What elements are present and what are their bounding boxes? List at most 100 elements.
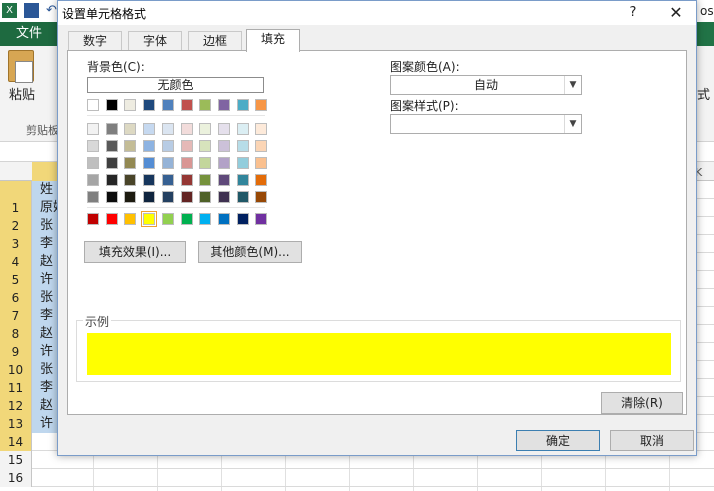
cell-a[interactable]: 张 xyxy=(32,361,58,379)
theme-shade-swatch[interactable] xyxy=(143,140,155,152)
row-number[interactable]: 11 xyxy=(0,379,32,397)
cell-a[interactable]: 赵 xyxy=(32,325,58,343)
row-number[interactable]: 5 xyxy=(0,271,32,289)
row-number[interactable]: 14 xyxy=(0,433,32,451)
theme-shade-swatch[interactable] xyxy=(124,123,136,135)
theme-top-swatch[interactable] xyxy=(106,99,118,111)
standard-swatch[interactable] xyxy=(141,211,157,227)
row-number[interactable]: 6 xyxy=(0,289,32,307)
cell-a[interactable]: 原始 xyxy=(32,199,58,217)
standard-swatch[interactable] xyxy=(181,213,193,225)
theme-shade-swatch[interactable] xyxy=(106,191,118,203)
theme-shade-swatch[interactable] xyxy=(124,174,136,186)
row-number[interactable]: 10 xyxy=(0,361,32,379)
standard-swatch[interactable] xyxy=(162,213,174,225)
theme-top-swatch[interactable] xyxy=(218,99,230,111)
cell-a[interactable]: 张 xyxy=(32,217,58,235)
theme-shade-swatch[interactable] xyxy=(255,123,267,135)
cell-a[interactable]: 李 xyxy=(32,307,58,325)
column-header-a[interactable] xyxy=(32,162,58,181)
theme-shade-swatch[interactable] xyxy=(218,157,230,169)
row-number[interactable]: 9 xyxy=(0,343,32,361)
theme-top-swatch[interactable] xyxy=(237,99,249,111)
theme-shade-swatch[interactable] xyxy=(255,191,267,203)
theme-shade-swatch[interactable] xyxy=(199,123,211,135)
row-number[interactable]: 8 xyxy=(0,325,32,343)
standard-swatch[interactable] xyxy=(218,213,230,225)
theme-shade-swatch[interactable] xyxy=(237,157,249,169)
theme-shade-swatch[interactable] xyxy=(143,123,155,135)
tab-font[interactable]: 字体 xyxy=(128,31,183,51)
theme-shade-swatch[interactable] xyxy=(106,157,118,169)
theme-shade-swatch[interactable] xyxy=(87,123,99,135)
save-icon[interactable] xyxy=(24,3,39,18)
pattern-color-select[interactable]: 自动 ▼ xyxy=(390,75,582,95)
theme-shade-swatch[interactable] xyxy=(124,140,136,152)
theme-shade-swatch[interactable] xyxy=(124,157,136,169)
theme-shade-swatch[interactable] xyxy=(218,140,230,152)
theme-shade-swatch[interactable] xyxy=(181,191,193,203)
theme-shade-swatch[interactable] xyxy=(181,157,193,169)
theme-shade-swatch[interactable] xyxy=(199,140,211,152)
theme-top-swatch[interactable] xyxy=(181,99,193,111)
ok-button[interactable]: 确定 xyxy=(516,430,600,451)
theme-shade-swatch[interactable] xyxy=(87,191,99,203)
theme-shade-swatch[interactable] xyxy=(181,174,193,186)
theme-shade-swatch[interactable] xyxy=(106,140,118,152)
paste-icon[interactable] xyxy=(8,50,34,83)
theme-shade-swatch[interactable] xyxy=(181,123,193,135)
theme-shade-swatch[interactable] xyxy=(199,174,211,186)
theme-shade-swatch[interactable] xyxy=(181,140,193,152)
tab-fill[interactable]: 填充 xyxy=(246,29,301,52)
cell-a[interactable]: 许 xyxy=(32,271,58,289)
theme-shade-swatch[interactable] xyxy=(237,140,249,152)
tab-number[interactable]: 数字 xyxy=(68,31,123,51)
standard-swatch[interactable] xyxy=(106,213,118,225)
theme-shade-swatch[interactable] xyxy=(199,191,211,203)
theme-shade-swatch[interactable] xyxy=(237,123,249,135)
more-colors-button[interactable]: 其他颜色(M)... xyxy=(198,241,302,263)
theme-shade-swatch[interactable] xyxy=(124,191,136,203)
cell-a[interactable]: 张 xyxy=(32,289,58,307)
theme-shade-swatch[interactable] xyxy=(143,157,155,169)
cell-a[interactable]: 李 xyxy=(32,235,58,253)
theme-shade-swatch[interactable] xyxy=(218,174,230,186)
tab-border[interactable]: 边框 xyxy=(188,31,243,51)
row-number[interactable]: 7 xyxy=(0,307,32,325)
theme-shade-swatch[interactable] xyxy=(199,157,211,169)
standard-swatch[interactable] xyxy=(87,213,99,225)
dialog-titlebar[interactable]: 设置单元格格式 ? ✕ xyxy=(58,1,696,25)
standard-swatch[interactable] xyxy=(237,213,249,225)
row-number[interactable]: 15 xyxy=(0,451,32,469)
cell-a[interactable]: 许 xyxy=(32,415,58,433)
theme-top-swatch[interactable] xyxy=(255,99,267,111)
spreadsheet-row[interactable]: 16 xyxy=(0,469,714,487)
row-number[interactable]: 16 xyxy=(0,469,32,487)
cell-a[interactable]: 李 xyxy=(32,379,58,397)
clear-button[interactable]: 清除(R) xyxy=(601,392,683,414)
theme-shade-swatch[interactable] xyxy=(255,174,267,186)
cell-a[interactable]: 姓 xyxy=(32,181,58,199)
help-icon[interactable]: ? xyxy=(622,2,644,24)
theme-shade-swatch[interactable] xyxy=(237,174,249,186)
theme-top-swatch[interactable] xyxy=(87,99,99,111)
row-number[interactable]: 4 xyxy=(0,253,32,271)
theme-shade-swatch[interactable] xyxy=(162,140,174,152)
standard-swatch[interactable] xyxy=(255,213,267,225)
theme-top-swatch[interactable] xyxy=(162,99,174,111)
theme-shade-swatch[interactable] xyxy=(143,174,155,186)
fill-effects-button[interactable]: 填充效果(I)... xyxy=(84,241,186,263)
row-number[interactable]: 1 xyxy=(0,199,32,217)
theme-shade-swatch[interactable] xyxy=(87,157,99,169)
pattern-style-select[interactable]: ▼ xyxy=(390,114,582,134)
theme-shade-swatch[interactable] xyxy=(87,140,99,152)
row-number[interactable] xyxy=(0,181,32,199)
standard-swatch[interactable] xyxy=(199,213,211,225)
standard-swatch[interactable] xyxy=(124,213,136,225)
row-number[interactable]: 13 xyxy=(0,415,32,433)
theme-shade-swatch[interactable] xyxy=(87,174,99,186)
theme-top-swatch[interactable] xyxy=(124,99,136,111)
cancel-button[interactable]: 取消 xyxy=(610,430,694,451)
close-icon[interactable]: ✕ xyxy=(664,2,688,24)
theme-shade-swatch[interactable] xyxy=(106,174,118,186)
